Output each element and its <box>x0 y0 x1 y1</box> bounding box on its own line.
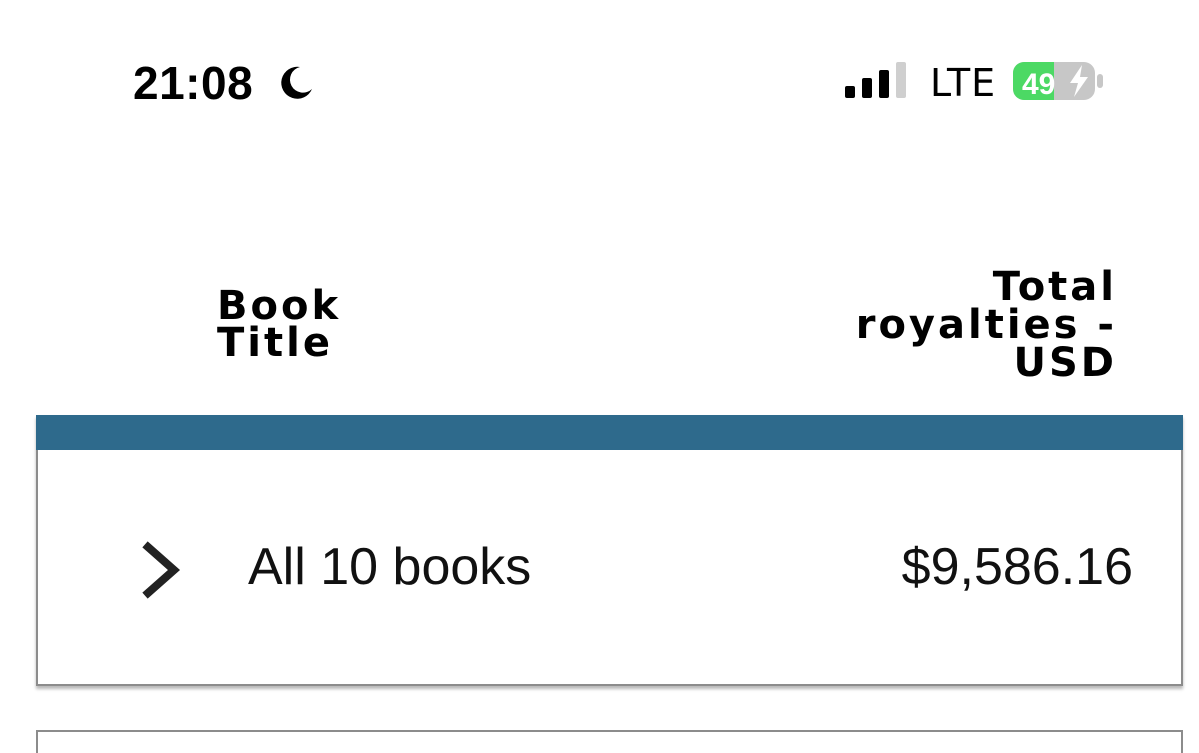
cellular-signal-icon <box>845 62 906 98</box>
next-row-card[interactable] <box>36 730 1183 753</box>
column-header-line: Title <box>217 320 333 366</box>
row-total-royalties: $9,586.16 <box>901 538 1133 596</box>
moon-icon <box>281 66 312 99</box>
card-accent-bar <box>36 415 1183 450</box>
royalties-screen: 21:08 LTE 49 Book Title Total royalties … <box>0 0 1199 753</box>
battery-icon: 49 <box>1013 62 1103 101</box>
row-label: All 10 books <box>248 538 532 596</box>
column-header-total-royalties[interactable]: Total royalties - USD <box>807 264 1117 386</box>
carrier-label: LTE <box>930 61 997 105</box>
column-header-line: royalties - <box>855 302 1117 348</box>
column-header-book-title[interactable]: Book Title <box>217 286 357 366</box>
royalties-summary-row[interactable]: All 10 books $9,586.16 <box>36 415 1183 686</box>
chevron-right-icon[interactable] <box>142 541 182 599</box>
column-header-line: USD <box>1013 340 1117 386</box>
column-header-line: Total <box>992 264 1117 310</box>
battery-percent: 49 <box>1022 68 1055 101</box>
status-time: 21:08 <box>133 57 254 109</box>
